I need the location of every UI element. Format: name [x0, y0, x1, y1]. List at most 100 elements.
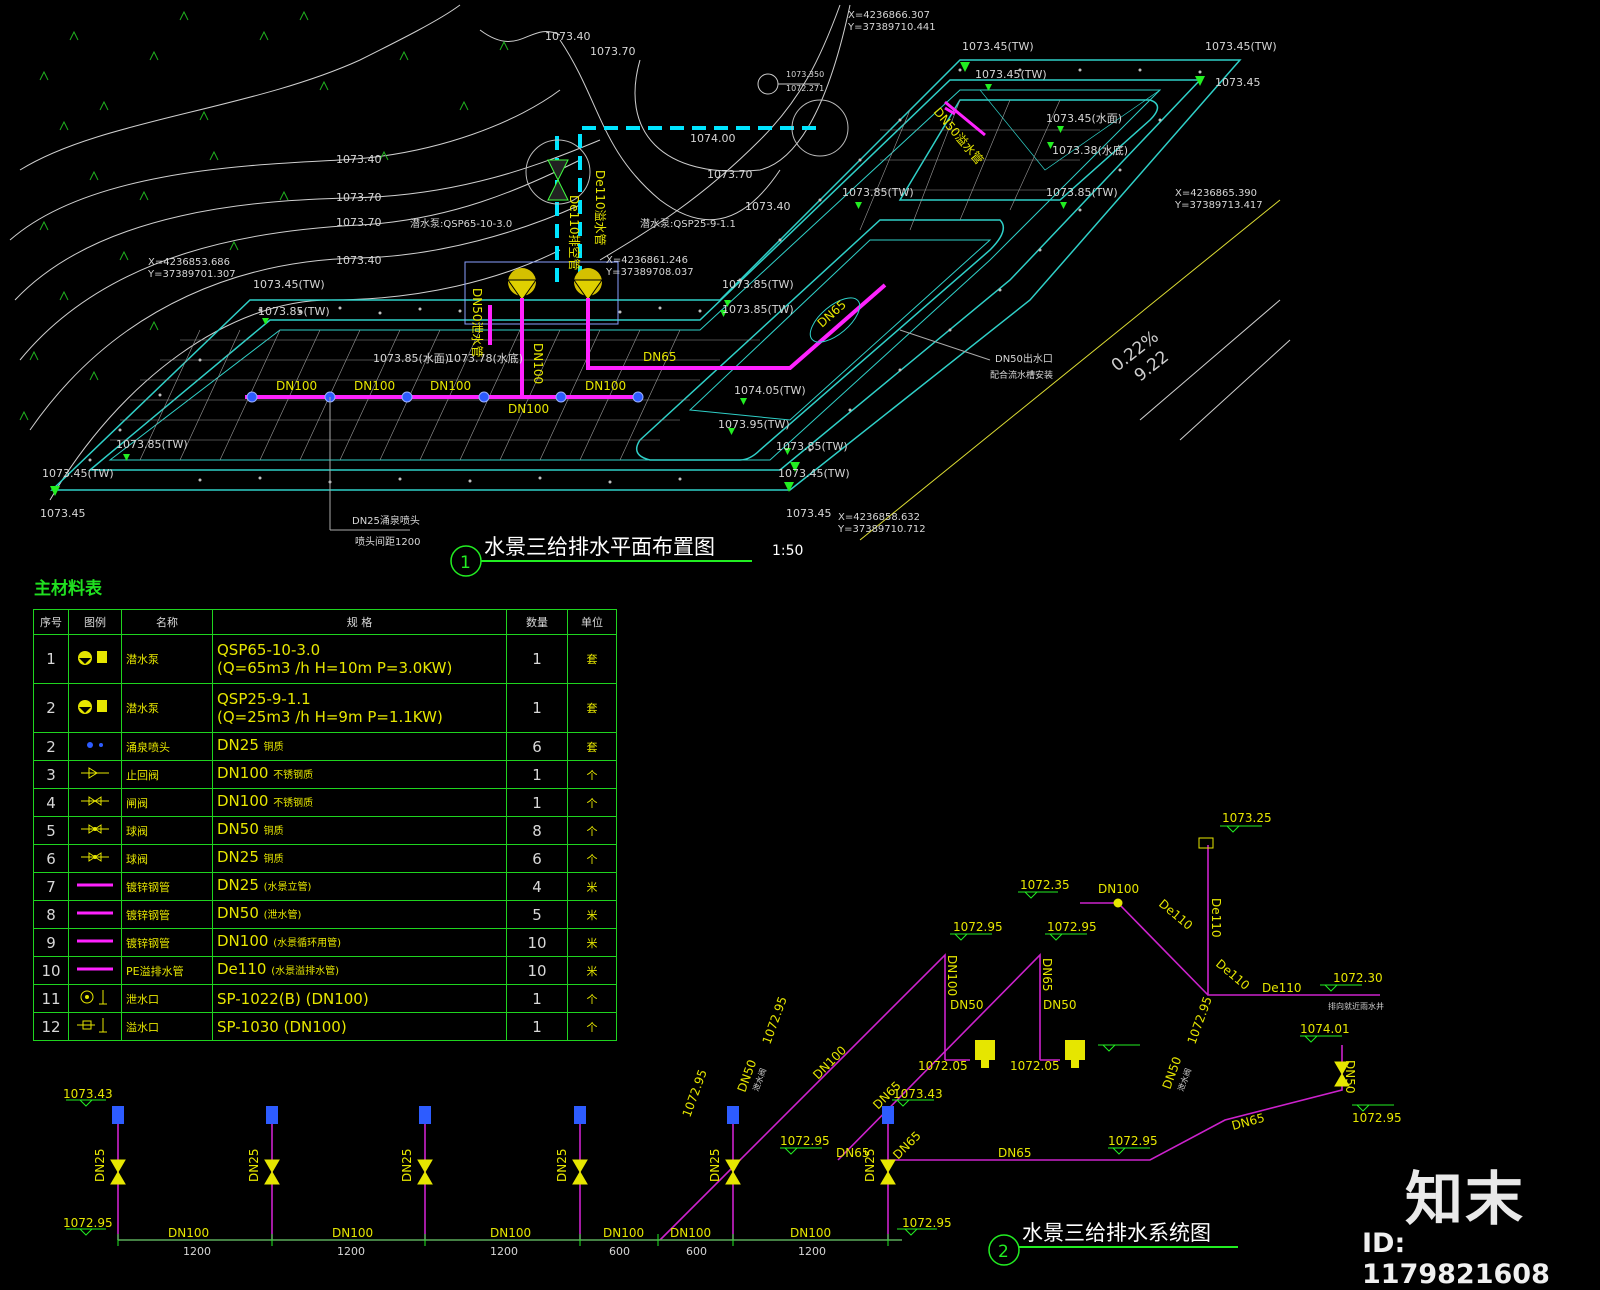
row-legend [68, 683, 122, 733]
plan-labels: 1073.40 1073.70 1073.40 1073.70 1073.70 … [40, 10, 1277, 548]
row-qty: 8 [506, 816, 568, 845]
spec-note: 铜质 [263, 742, 284, 753]
row-spec: De110 (水景溢排水管) [212, 956, 507, 985]
row-no: 4 [33, 788, 69, 817]
row-name: 镀锌钢管 [121, 928, 213, 957]
dim-label: 1200 [490, 1245, 518, 1258]
spec-value: DN25 [217, 848, 259, 866]
row-name: 涌泉喷头 [121, 732, 213, 761]
row-no: 10 [33, 956, 69, 985]
table-row: 5 球阀 DN50 铜质 8 个 [33, 816, 617, 845]
row-name: 溢水口 [121, 1012, 213, 1041]
spec-note: (水景溢排水管) [271, 966, 340, 977]
col-spec: 规 格 [212, 609, 507, 635]
row-legend [68, 760, 122, 789]
row-legend [68, 816, 122, 845]
manhole-label: 1072.271 [786, 84, 824, 93]
row-unit: 米 [567, 872, 617, 901]
row-name: 潜水泵 [121, 634, 213, 684]
sys-pipe-label: De110 [1156, 897, 1195, 933]
riser-size: DN25 [247, 1149, 261, 1183]
main-segment: DN100 [603, 1226, 644, 1240]
contour-label: 1073.70 [707, 168, 753, 181]
dim-label: 600 [609, 1245, 630, 1258]
nozzle-icon [75, 735, 115, 758]
spec-value: QSP65-10-3.0 [217, 641, 321, 659]
contour-label: 1073.70 [336, 191, 382, 204]
nozzle-note: 喷头间距1200 [355, 535, 420, 548]
spec-note: (泄水管) [263, 910, 302, 921]
main-segment: DN100 [168, 1226, 209, 1240]
row-name: 球阀 [121, 844, 213, 873]
row-legend [68, 984, 122, 1013]
spec-value: DN100 [217, 764, 269, 782]
materials-body: 1 潜水泵 QSP65-10-3.0 (Q=65m3 /h H=10m P=3.0KW… [33, 634, 617, 1041]
sys-elev: 1072.95 [1352, 1111, 1402, 1125]
pipe-icon [75, 903, 115, 926]
spec-value: DN50 [217, 820, 259, 838]
sys-pipe-label: DN100 [810, 1043, 849, 1082]
contour-label: 1073.40 [545, 30, 591, 43]
sys-pipe-label: DN100 [945, 955, 959, 996]
elev-tw: 1073.85(TW) [116, 438, 188, 451]
row-no: 5 [33, 816, 69, 845]
riser-size: DN25 [400, 1149, 414, 1183]
elev-tw: 1073.95(TW) [718, 418, 790, 431]
spec-value: DN100 [217, 792, 269, 810]
tw-label-extra: 1073.85(TW) [722, 278, 794, 291]
elev-tw: 1073.85(TW) [258, 305, 330, 318]
spec-value: DN100 [217, 932, 269, 950]
system-title-group: 2 水景三给排水系统图 [988, 1221, 1238, 1266]
row-spec: DN100 (水景循环用管) [212, 928, 507, 957]
row-name: 止回阀 [121, 760, 213, 789]
table-row: 11 泄水口 SP-1022(B) (DN100) 1 个 [33, 984, 617, 1013]
row-unit: 个 [567, 760, 617, 789]
coord-label: X=4236861.246 Y=37389708.037 [605, 255, 694, 278]
pipe-size-label: DN100 [430, 379, 471, 393]
row-unit: 个 [567, 1012, 617, 1041]
pipe-size-label: DN100 [585, 379, 626, 393]
coord-line: Y=37389710.441 [847, 22, 936, 33]
sys-note: 排向就近雨水井 [1328, 1001, 1384, 1011]
nozzle-label: DN25涌泉喷头 [352, 514, 420, 527]
row-qty: 10 [506, 956, 568, 985]
overflow-outlet-icon [75, 1015, 115, 1038]
elev-tw: 1073.45(TW) [42, 467, 114, 480]
elev-water: 1073.85(水面) [373, 352, 449, 365]
table-row: 4 闸阀 DN100 不锈钢质 1 个 [33, 788, 617, 817]
main-segment: DN100 [670, 1226, 711, 1240]
watermark-id: ID: 1179821608 [1362, 1228, 1550, 1290]
row-name: 闸阀 [121, 788, 213, 817]
plan-title: 水景三给排水平面布置图 [484, 535, 715, 559]
row-spec: QSP65-10-3.0 (Q=65m3 /h H=10m P=3.0KW) [212, 634, 507, 684]
contour-label: 1073.70 [336, 216, 382, 229]
sys-pipe-label: DN50 [1043, 998, 1077, 1012]
row-legend [68, 872, 122, 901]
elev-tw: 1073.45(TW) [778, 467, 850, 480]
main-segment: DN100 [490, 1226, 531, 1240]
elev-value: 1073.45 [40, 507, 86, 520]
coord-line: X=4236858.632 [838, 512, 920, 523]
row-qty: 1 [506, 683, 568, 733]
spec-detail: (Q=65m3 /h H=10m P=3.0KW) [217, 659, 453, 677]
elev-tw: 1073.85(TW) [776, 440, 848, 453]
main-segment: DN100 [790, 1226, 831, 1240]
pipe-size-label: DN100 [508, 402, 549, 416]
coord-label: X=4236865.390 Y=37389713.417 [1174, 188, 1263, 211]
outlet-note: 配合流水槽安装 [990, 369, 1053, 381]
row-no: 7 [33, 872, 69, 901]
row-spec: DN25 (水景立管) [212, 872, 507, 901]
pipe-icon [75, 875, 115, 898]
sys-elev: 1072.95 [760, 995, 790, 1046]
spec-note: 铜质 [263, 826, 284, 837]
elev-tw: 1073.45(TW) [1205, 40, 1277, 53]
row-no: 2 [33, 683, 69, 733]
row-qty: 1 [506, 634, 568, 684]
row-legend [68, 928, 122, 957]
sys-elev: 1074.01 [1300, 1022, 1350, 1036]
coord-line: Y=37389713.417 [1174, 200, 1263, 211]
spec-value: DN50 [217, 904, 259, 922]
sys-elev: 1072.95 [780, 1134, 830, 1148]
row-qty: 4 [506, 872, 568, 901]
row-unit: 套 [567, 732, 617, 761]
